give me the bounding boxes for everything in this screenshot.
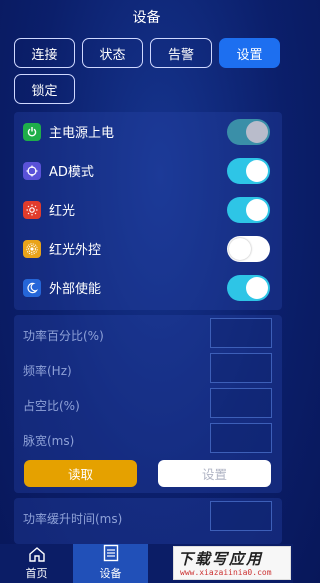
set-button-label: 设置: [201, 467, 227, 482]
toggle-row-red-light-external: 红光外控: [14, 229, 282, 268]
field-label: 频率(Hz): [23, 364, 72, 378]
field-label: 功率百分比(%): [23, 329, 104, 343]
toggle-label: 红光外控: [49, 243, 102, 258]
tab-lock-label: 锁定: [31, 83, 58, 99]
red-light-toggle[interactable]: [227, 196, 270, 223]
main-power-toggle[interactable]: [227, 118, 270, 145]
tab-lock[interactable]: 锁定: [14, 74, 75, 104]
tab-connect[interactable]: 连接: [14, 38, 75, 68]
external-enable-toggle[interactable]: [227, 274, 270, 301]
home-icon: [28, 546, 46, 565]
ramp-time-input[interactable]: [210, 501, 272, 531]
toggle-row-main-power: 主电源上电: [14, 112, 282, 151]
read-button-label: 读取: [67, 467, 93, 482]
tab-alarm[interactable]: 告警: [150, 38, 212, 68]
toggle-label: AD模式: [49, 165, 94, 180]
toggle-knob: [246, 120, 268, 143]
red-light-external-toggle[interactable]: [227, 235, 270, 262]
pulse-width-input[interactable]: [210, 423, 272, 453]
read-button[interactable]: 读取: [24, 460, 137, 487]
nav-home-label: 首页: [25, 567, 48, 580]
toggle-row-external-enable: 外部使能: [14, 268, 282, 307]
tab-settings[interactable]: 设置: [219, 38, 280, 68]
toggle-knob: [246, 276, 268, 299]
tab-status[interactable]: 状态: [82, 38, 143, 68]
field-label: 脉宽(ms): [23, 434, 75, 448]
crosshair-icon: [23, 161, 41, 180]
power-icon: [23, 122, 41, 141]
page-title: 设备: [0, 0, 293, 33]
parameter-panel: 功率百分比(%) 频率(Hz) 占空比(%) 脉宽(ms) 读取 设置: [14, 315, 282, 493]
watermark-title: 下载写应用: [178, 550, 264, 568]
tab-status-label: 状态: [99, 47, 126, 63]
duty-cycle-input[interactable]: [210, 388, 272, 418]
toggle-knob: [246, 198, 268, 221]
ad-mode-toggle[interactable]: [227, 157, 270, 184]
toggle-label: 红光: [49, 204, 76, 219]
field-row-power-percent: 功率百分比(%): [14, 318, 282, 353]
sun-icon: [23, 200, 41, 219]
field-label: 占空比(%): [23, 399, 80, 413]
ramp-panel: 功率缓升时间(ms): [14, 498, 282, 544]
device-list-icon: [102, 544, 120, 565]
field-label: 功率缓升时间(ms): [23, 512, 123, 526]
tab-settings-label: 设置: [236, 47, 263, 63]
field-row-duty-cycle: 占空比(%): [14, 388, 282, 423]
page-title-text: 设备: [132, 9, 161, 26]
radiate-icon: [23, 239, 41, 258]
watermark-logo: 下载写应用 www.xiazaiinia0.com: [173, 546, 291, 580]
toggle-knob: [246, 159, 268, 182]
toggle-label: 外部使能: [49, 282, 102, 297]
field-row-ramp-time: 功率缓升时间(ms): [14, 501, 282, 536]
tab-connect-label: 连接: [31, 47, 58, 63]
moon-icon: [23, 278, 41, 297]
toggle-label: 主电源上电: [49, 126, 115, 141]
frequency-input[interactable]: [210, 353, 272, 383]
nav-home[interactable]: 首页: [0, 544, 73, 583]
field-row-pulse-width: 脉宽(ms): [14, 423, 282, 458]
toggle-row-ad-mode: AD模式: [14, 151, 282, 190]
watermark-url: www.xiazaiinia0.com: [180, 568, 272, 577]
nav-device[interactable]: 设备: [73, 544, 148, 583]
set-button[interactable]: 设置: [158, 460, 271, 487]
tab-alarm-label: 告警: [167, 47, 194, 63]
power-percent-input[interactable]: [210, 318, 272, 348]
field-row-frequency: 频率(Hz): [14, 353, 282, 388]
nav-device-label: 设备: [99, 567, 122, 580]
toggle-panel: 主电源上电 AD模式 红光 红光外控 外部使能: [14, 112, 282, 310]
toggle-row-red-light: 红光: [14, 190, 282, 229]
toggle-knob: [229, 237, 251, 260]
